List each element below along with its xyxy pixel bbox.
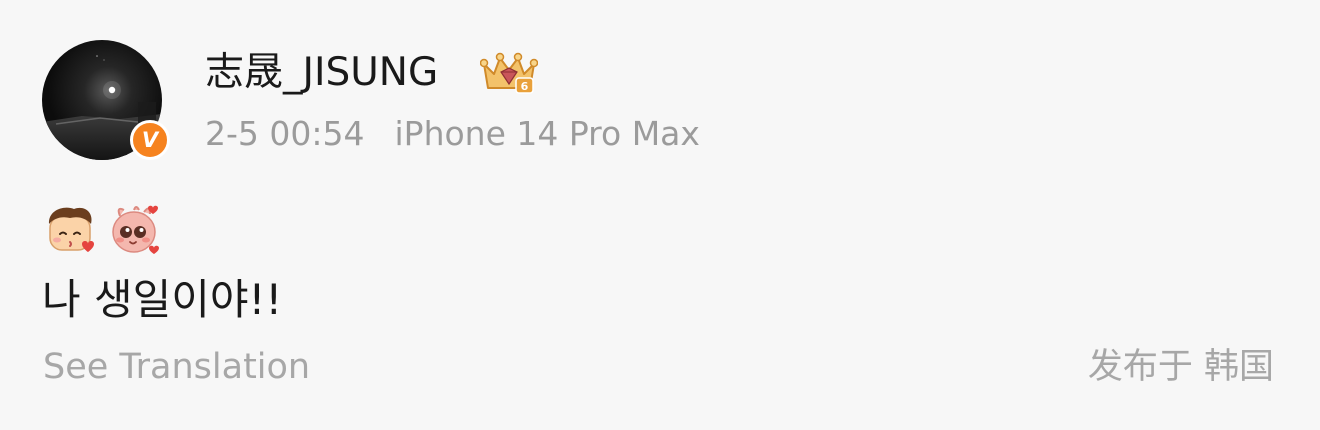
post-location: 发布于 韩国 xyxy=(1087,347,1274,387)
post-device: iPhone 14 Pro Max xyxy=(394,114,700,153)
emoji-row xyxy=(44,202,162,258)
post-text: 나 생일이야!! xyxy=(42,275,283,324)
vip-crown-badge-icon: 6 xyxy=(480,52,538,94)
weibo-post-card: V 志晟_JISUNG 6 2-5 00:54 iPhone 14 Pro Max xyxy=(0,0,1320,430)
post-time: 2-5 00:54 xyxy=(205,114,365,153)
username[interactable]: 志晟_JISUNG xyxy=(205,48,438,98)
see-translation-link[interactable]: See Translation xyxy=(43,344,310,390)
post-meta: 2-5 00:54 iPhone 14 Pro Max xyxy=(205,112,700,156)
verified-icon: V xyxy=(130,120,170,160)
pink-creature-heart-emoji-icon xyxy=(112,205,159,254)
kiss-boy-emoji-icon xyxy=(48,207,94,252)
vip-level: 6 xyxy=(521,80,529,93)
